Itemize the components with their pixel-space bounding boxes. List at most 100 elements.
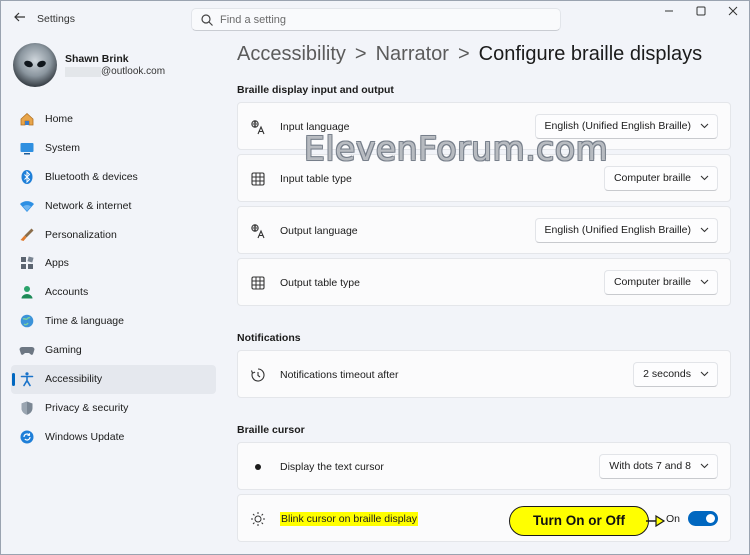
breadcrumb-accessibility[interactable]: Accessibility	[237, 43, 346, 65]
sidebar-item-label: Network & internet	[45, 199, 132, 212]
setting-input-language: Input language English (Unified English …	[237, 102, 731, 150]
sidebar-item-accessibility[interactable]: Accessibility	[11, 365, 216, 394]
accessibility-icon	[20, 372, 34, 387]
avatar[interactable]	[13, 43, 57, 87]
wifi-icon	[20, 200, 34, 212]
sidebar-item-privacy-security[interactable]: Privacy & security	[11, 394, 216, 423]
sidebar-item-apps[interactable]: Apps	[11, 249, 216, 278]
settings-window: Settings Shawn Brink @outlook.com Home S…	[0, 0, 750, 555]
chevron-down-icon	[700, 227, 709, 233]
language-icon	[251, 120, 265, 135]
input-table-type-dropdown[interactable]: Computer braille	[603, 166, 718, 191]
close-icon	[728, 6, 738, 16]
setting-notifications-timeout: Notifications timeout after 2 seconds	[237, 350, 731, 398]
sidebar-item-time-language[interactable]: Time & language	[11, 307, 216, 336]
title-bar: Settings	[1, 1, 749, 37]
breadcrumb-separator: >	[457, 43, 470, 65]
globe-icon	[20, 314, 34, 328]
dropdown-value: With dots 7 and 8	[609, 460, 691, 472]
dropdown-value: English (Unified English Braille)	[544, 120, 691, 132]
chevron-down-icon	[700, 463, 709, 469]
dropdown-value: 2 seconds	[643, 368, 691, 380]
bluetooth-icon	[21, 169, 33, 184]
chevron-down-icon	[700, 279, 709, 285]
sidebar-item-label: Home	[45, 113, 74, 125]
sidebar-item-windows-update[interactable]: Windows Update	[11, 423, 216, 452]
setting-input-table-type: Input table type Computer braille	[237, 154, 731, 202]
search-box[interactable]	[191, 8, 561, 31]
setting-label: Input table type	[280, 173, 352, 185]
home-icon	[20, 112, 34, 126]
brightness-icon	[251, 512, 265, 526]
language-icon	[251, 224, 265, 239]
sidebar-item-label: Bluetooth & devices	[45, 170, 138, 183]
profile-email: @outlook.com	[101, 66, 166, 77]
breadcrumb-narrator[interactable]: Narrator	[376, 43, 449, 65]
search-input[interactable]	[220, 12, 550, 28]
toggle-knob	[706, 514, 715, 523]
sidebar-item-label: Personalization	[45, 228, 117, 241]
minimize-icon	[665, 10, 673, 12]
notifications-timeout-dropdown[interactable]: 2 seconds	[633, 362, 718, 387]
app-title: Settings	[37, 13, 75, 25]
sidebar-item-label: Privacy & security	[45, 401, 129, 414]
maximize-button[interactable]	[685, 5, 717, 21]
apps-icon	[21, 256, 34, 270]
back-arrow-icon	[14, 12, 25, 22]
output-table-type-dropdown[interactable]: Computer braille	[603, 270, 718, 295]
sidebar-item-bluetooth[interactable]: Bluetooth & devices	[11, 163, 216, 192]
setting-label: Output table type	[280, 277, 360, 289]
sidebar-item-personalization[interactable]: Personalization	[11, 221, 216, 250]
sidebar-item-label: Accounts	[45, 286, 89, 299]
maximize-icon	[696, 6, 706, 16]
toggle-state-label: On	[665, 513, 680, 525]
section-title-braille-cursor: Braille cursor	[237, 424, 305, 436]
sidebar-item-label: Accessibility	[45, 373, 103, 386]
setting-label: Input language	[280, 121, 350, 133]
avatar-eye-left	[23, 59, 34, 69]
setting-output-table-type: Output table type Computer braille	[237, 258, 731, 306]
blink-cursor-toggle[interactable]	[688, 511, 718, 526]
dot-icon	[255, 464, 261, 470]
sidebar-nav: Home System Bluetooth & devices Network …	[11, 105, 216, 452]
breadcrumb: Accessibility > Narrator > Configure braille…	[237, 43, 702, 66]
minimize-button[interactable]	[653, 5, 685, 21]
setting-label: Notifications timeout after	[280, 369, 399, 381]
output-language-dropdown[interactable]: English (Unified English Braille)	[534, 218, 718, 243]
system-icon	[20, 142, 34, 155]
back-button[interactable]	[11, 10, 29, 28]
sidebar-item-accounts[interactable]: Accounts	[11, 278, 216, 307]
table-icon	[251, 276, 265, 290]
setting-display-text-cursor: Display the text cursor With dots 7 and …	[237, 442, 731, 490]
chevron-down-icon	[700, 371, 709, 377]
brush-icon	[20, 228, 34, 241]
highlighted-label: Blink cursor on braille display	[280, 512, 418, 526]
sidebar-item-system[interactable]: System	[11, 134, 216, 163]
dropdown-value: Computer braille	[613, 172, 691, 184]
breadcrumb-separator: >	[354, 43, 367, 65]
sidebar-item-label: Windows Update	[45, 430, 125, 443]
setting-label: Blink cursor on braille display	[280, 512, 418, 526]
display-text-cursor-dropdown[interactable]: With dots 7 and 8	[599, 454, 718, 479]
accounts-icon	[21, 286, 33, 299]
sidebar-item-label: Time & language	[45, 315, 124, 328]
setting-label: Display the text cursor	[280, 461, 384, 473]
gamepad-icon	[19, 347, 35, 355]
table-icon	[251, 172, 265, 186]
profile-email-redaction	[65, 67, 101, 77]
page-title: Configure braille displays	[478, 43, 703, 65]
sidebar-item-label: Gaming	[45, 344, 82, 357]
avatar-eye-right	[36, 59, 47, 69]
sidebar-item-gaming[interactable]: Gaming	[11, 336, 216, 365]
close-button[interactable]	[717, 5, 749, 21]
sidebar-item-home[interactable]: Home	[11, 105, 216, 134]
input-language-dropdown[interactable]: English (Unified English Braille)	[534, 114, 718, 139]
sidebar-item-network[interactable]: Network & internet	[11, 192, 216, 221]
search-icon	[201, 14, 213, 26]
section-title-io: Braille display input and output	[237, 84, 394, 96]
dropdown-value: Computer braille	[613, 276, 691, 288]
section-title-notifications: Notifications	[237, 332, 301, 344]
chevron-down-icon	[700, 175, 709, 181]
annotation-callout: Turn On or Off	[509, 506, 649, 536]
timer-icon	[250, 368, 265, 382]
